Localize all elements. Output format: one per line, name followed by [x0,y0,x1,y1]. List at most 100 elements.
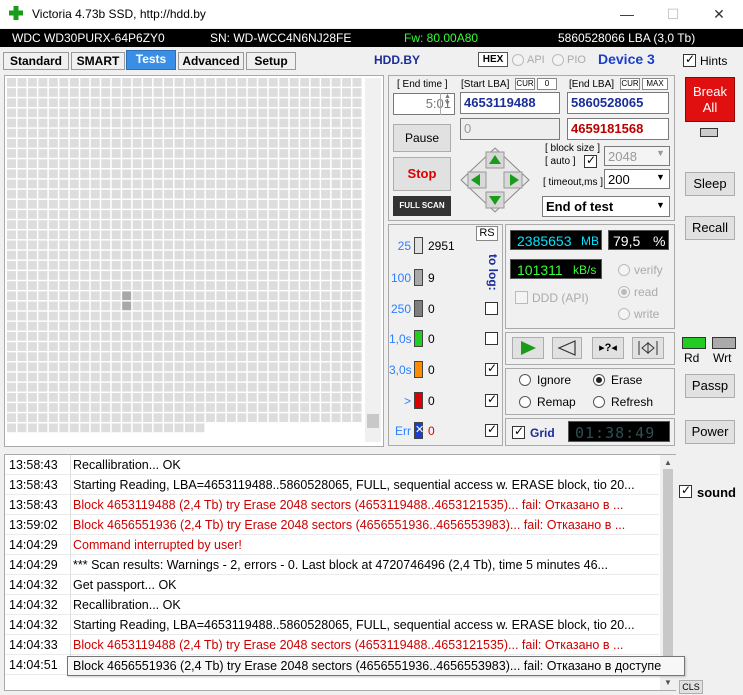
end-lba-field[interactable]: 5860528065 [567,92,669,114]
grid-cell [268,98,278,108]
brand-label: HDD.BY [374,53,421,67]
tab-tests[interactable]: Tests [126,50,176,70]
hints-checkbox[interactable] [683,52,696,67]
refresh-radio[interactable] [593,396,605,408]
grid-cell [216,393,226,402]
grid-scrollbar[interactable] [365,78,381,442]
legend-log-checkbox[interactable] [485,332,498,345]
api-radio[interactable] [512,54,524,66]
direction-pad[interactable] [459,146,531,214]
grid-cell [300,291,310,301]
minimize-button[interactable]: — [604,0,650,28]
grid-cell [268,393,278,402]
log-scroll-thumb[interactable] [663,469,673,675]
sleep-button[interactable]: Sleep [685,172,735,196]
ignore-radio[interactable] [519,374,531,386]
log-scrollbar[interactable]: ▲ ▼ [660,455,676,690]
break-all-button[interactable]: Break All [685,77,735,122]
grid-cell [153,271,163,280]
scroll-up-icon[interactable]: ▲ [664,458,672,467]
grid-cell [7,291,16,301]
hex-button[interactable]: HEX [478,52,508,67]
grid-cell [279,362,289,372]
grid-checkbox[interactable] [512,424,525,439]
grid-cell [279,179,289,189]
write-radio[interactable] [618,308,630,320]
grid-cell [69,230,79,240]
grid-cell [7,352,16,362]
rs-button[interactable]: RS [476,226,498,241]
tab-standard[interactable]: Standard [3,52,69,70]
full-scan-button[interactable]: FULL SCAN [393,196,451,216]
pause-button[interactable]: Pause [393,124,451,152]
grid-cell [216,220,226,229]
grid-cell [279,98,289,108]
read-radio[interactable] [618,286,630,298]
erase-radio[interactable] [593,374,605,386]
power-button[interactable]: Power [685,420,735,444]
remap-radio[interactable] [519,396,531,408]
grid-cell [185,250,194,260]
grid-cell [310,362,320,372]
ddd-checkbox[interactable] [515,291,528,304]
grid-cell [342,169,352,179]
grid-cell [268,88,278,97]
verify-radio[interactable] [618,264,630,276]
grid-cell [331,311,341,321]
play-button[interactable] [512,337,544,359]
log-message: Get passport... OK [73,578,177,592]
grid-cell [80,189,90,199]
grid-cell [122,169,132,179]
scroll-down-icon[interactable]: ▼ [664,678,672,687]
grid-cell [237,403,247,412]
tab-advanced[interactable]: Advanced [178,52,244,70]
start-cur-button[interactable]: CUR [515,78,535,90]
cls-button[interactable]: CLS [679,680,703,694]
end-time-spinner[interactable]: ▲ ▼ [440,93,454,115]
skip-unknown-button[interactable]: ▸?◂ [592,337,624,359]
rewind-button[interactable] [552,337,582,359]
end-button[interactable] [632,337,664,359]
wrt-label: Wrt [713,351,732,365]
grid-cell [321,210,331,219]
grid-cell [111,372,121,382]
end-max-button[interactable]: MAX [642,78,668,90]
end-cur-button[interactable]: CUR [620,78,640,90]
close-button[interactable]: ✕ [696,0,742,28]
start-lba-field[interactable]: 4653119488 [460,92,560,114]
legend-log-checkbox[interactable] [485,361,498,376]
grid-scroll-thumb[interactable] [367,414,379,428]
tab-setup[interactable]: Setup [246,52,296,70]
start-zero-button[interactable]: 0 [537,78,557,90]
end-action-select[interactable]: End of test [542,196,670,217]
grid-cell [69,372,79,382]
stop-button[interactable]: Stop [393,157,451,191]
passp-button[interactable]: Passp [685,374,735,398]
grid-cell [101,352,111,362]
legend-log-checkbox[interactable] [485,392,498,407]
sound-label: sound [697,485,736,500]
legend-log-checkbox[interactable] [485,422,498,437]
tab-smart[interactable]: SMART [71,52,125,70]
sound-checkbox[interactable] [679,483,692,498]
start-lba-secondary-field[interactable]: 0 [460,118,560,140]
grid-cell [195,352,205,362]
pio-radio[interactable] [552,54,564,66]
maximize-button[interactable]: ☐ [650,0,696,28]
grid-cell [247,260,257,270]
grid-cell [195,271,205,280]
grid-cell [174,403,184,412]
grid-cell [101,403,111,412]
legend-log-checkbox[interactable] [485,302,498,315]
grid-cell [268,271,278,280]
auto-checkbox[interactable] [584,153,597,168]
recall-button[interactable]: Recall [685,216,735,240]
title-bar: Victoria 4.73b SSD, http://hdd.by — ☐ ✕ [0,0,743,28]
legend-label: 1,0s [389,332,412,346]
grid-cell [185,352,194,362]
grid-cell [289,98,299,108]
grid-cell [226,128,236,138]
grid-cell [17,98,27,108]
end-lba-secondary-field[interactable]: 4659181568 [567,118,669,140]
grid-cell [164,149,174,158]
